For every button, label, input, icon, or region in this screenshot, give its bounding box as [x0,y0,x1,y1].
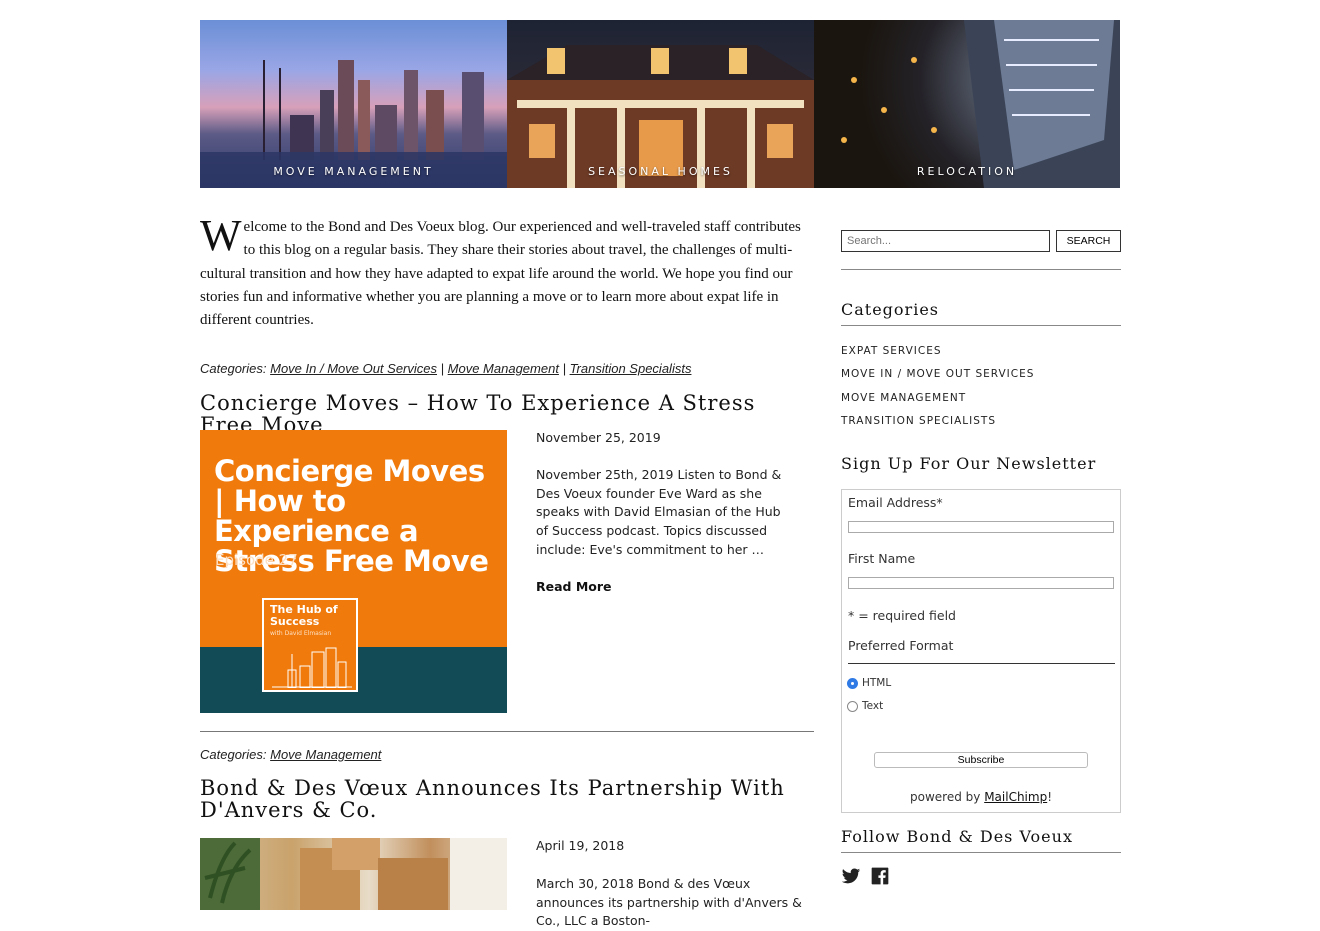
house-image [507,45,814,188]
twitter-icon[interactable] [841,866,861,886]
sidebar-divider [841,852,1121,853]
moving-boxes-image [200,838,507,910]
format-option-text: Text [862,700,884,712]
powered-by: powered by MailChimp! [842,790,1120,804]
category-link-move-management[interactable]: Move Management [270,747,381,762]
required-note: * = required field [848,608,956,623]
format-label: Preferred Format [848,638,954,653]
skyline-icon [272,647,352,688]
post-categories: Categories: Move Management [200,747,381,762]
blog-intro: Welcome to the Bond and Des Voeux blog. … [200,211,815,332]
post-excerpt: November 25th, 2019 Listen to Bond & Des… [536,467,782,557]
hero-label-relocation: RELOCATION [916,165,1018,178]
category-link-transition-specialists[interactable]: Transition Specialists [570,361,692,376]
post-date: April 19, 2018 [536,838,625,853]
mailchimp-link[interactable]: MailChimp [984,790,1047,804]
intro-dropcap: W [200,211,242,260]
post-excerpt: March 30, 2018 Bond & des Vœux announces… [536,876,802,929]
categories-heading: Categories [841,300,939,319]
category-separator: | [440,361,445,376]
category-item-expat-services[interactable]: EXPAT SERVICES [841,340,1034,363]
categories-label: Categories: [200,747,267,762]
format-divider [848,663,1115,664]
post-categories: Categories: Move In / Move Out Services … [200,361,691,376]
category-item-move-management[interactable]: MOVE MANAGEMENT [841,387,1034,410]
podcast-badge: The Hub of Success with David Elmasian [262,598,358,692]
email-field[interactable] [848,521,1114,533]
follow-heading: Follow Bond & Des Voeux [841,827,1073,846]
powered-suffix: ! [1047,790,1052,804]
hero-panel-move-management[interactable]: MOVE MANAGEMENT [200,20,507,188]
newsletter-form: Email Address* First Name * = required f… [841,489,1121,813]
hero-label-seasonal-homes: SEASONAL HOMES [588,165,733,178]
category-list: EXPAT SERVICES MOVE IN / MOVE OUT SERVIC… [841,340,1034,433]
read-more-link[interactable]: Read More [536,579,612,594]
category-item-transition-specialists[interactable]: TRANSITION SPECIALISTS [841,410,1034,433]
intro-text: elcome to the Bond and Des Voeux blog. O… [200,219,801,329]
format-radio-text[interactable] [847,701,858,712]
first-name-label: First Name [848,551,916,566]
city-tower-image [814,20,1120,188]
facebook-icon[interactable] [870,866,890,886]
email-label: Email Address* [848,495,943,510]
newsletter-heading: Sign Up For Our Newsletter [841,454,1097,473]
podcast-badge-subtitle: with David Elmasian [270,630,332,637]
hero-label-move-management: MOVE MANAGEMENT [273,165,434,178]
categories-label: Categories: [200,361,267,376]
harbor-skyline-image [200,60,507,188]
post-date: November 25, 2019 [536,430,661,445]
hero-panel-seasonal-homes[interactable]: SEASONAL HOMES [507,20,814,188]
post-title[interactable]: Bond & Des Vœux Announces Its Partnershi… [200,777,815,821]
hero-banner: MOVE MANAGEMENT SEASONAL HOMES RELOCATIO… [200,20,1120,188]
category-link-move-management[interactable]: Move Management [448,361,559,376]
sidebar-divider [841,325,1121,326]
powered-prefix: powered by [910,790,985,804]
post-divider [200,731,814,732]
subscribe-button[interactable]: Subscribe [874,752,1088,768]
post-thumbnail[interactable] [200,838,507,910]
category-item-move-in-out[interactable]: MOVE IN / MOVE OUT SERVICES [841,363,1034,386]
search-input[interactable] [841,230,1050,252]
format-radio-html[interactable] [847,678,858,689]
category-link-move-in-out[interactable]: Move In / Move Out Services [270,361,437,376]
thumbnail-episode: Episode 27 [215,551,298,569]
first-name-field[interactable] [848,577,1114,589]
category-separator: | [562,361,566,376]
post-thumbnail[interactable]: Concierge Moves | How to Experience a St… [200,430,507,713]
format-option-html: HTML [862,677,892,689]
podcast-badge-title: The Hub of Success [270,603,338,628]
sidebar-divider [841,269,1121,270]
search-button[interactable]: SEARCH [1056,230,1121,252]
hero-panel-relocation[interactable]: RELOCATION [814,20,1120,188]
